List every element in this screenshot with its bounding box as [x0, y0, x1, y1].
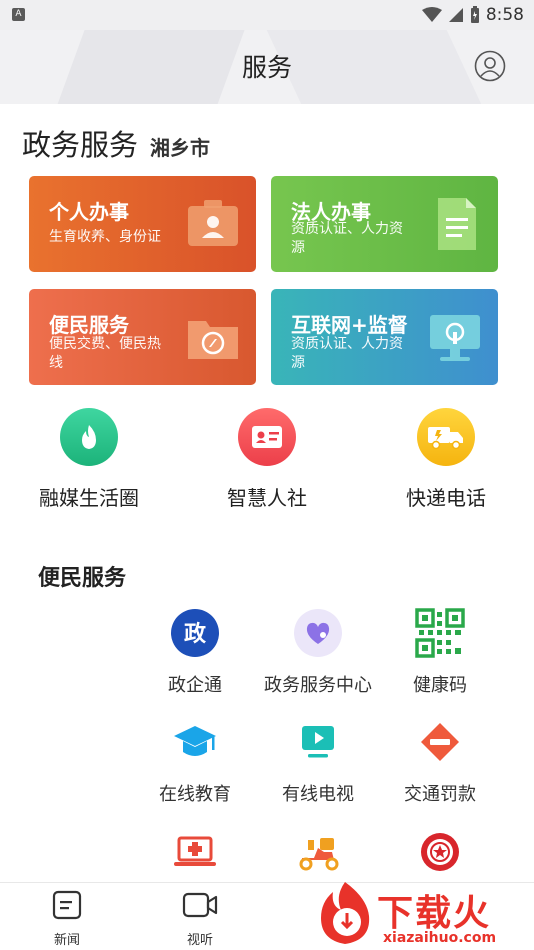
- police-badge-icon: [414, 826, 466, 878]
- notification-icon: A: [12, 8, 25, 21]
- watermark-url: xiazaihuo.com: [383, 930, 497, 946]
- header: 服务: [0, 30, 534, 104]
- round-service-label: 智慧人社: [227, 486, 307, 510]
- tv-play-icon: [292, 716, 344, 768]
- nav-video[interactable]: 视听: [165, 889, 235, 948]
- section-title: 政务服务: [22, 128, 139, 162]
- service-label: 健康码: [413, 675, 467, 696]
- service-gov-center[interactable]: 政务服务中心: [253, 607, 383, 697]
- service-zhengqitong[interactable]: 政 政企通: [130, 607, 260, 697]
- service-health-code[interactable]: 健康码: [375, 607, 505, 697]
- nav-label: 视听: [186, 933, 213, 948]
- watermark: 下载火 xiazaihuo.com: [315, 880, 534, 950]
- card-legal-affairs[interactable]: 法人办事 资质认证、人力资源: [271, 176, 498, 272]
- graduation-cap-icon: [169, 716, 221, 768]
- status-bar: A 8:58: [0, 0, 534, 30]
- service-traffic-fines[interactable]: 交通罚款: [375, 716, 505, 806]
- service-label: 有线电视: [282, 784, 354, 805]
- scooter-icon: [292, 826, 344, 878]
- heart-shield-icon: [292, 607, 344, 659]
- round-service-express-phone[interactable]: 快递电话: [376, 408, 516, 518]
- service-online-education[interactable]: 在线教育: [130, 716, 260, 806]
- card-convenience-services[interactable]: 便民服务 便民交费、便民热线: [29, 289, 256, 385]
- status-icons: 8:58: [421, 3, 524, 27]
- card-subtitle: 便民交费、便民热线: [49, 336, 161, 371]
- watermark-text: 下载火: [377, 893, 492, 934]
- battery-icon: [470, 6, 479, 23]
- medical-laptop-icon: [169, 826, 221, 878]
- flame-logo-icon: [321, 882, 370, 944]
- card-title: 便民服务: [49, 313, 129, 337]
- round-service-label: 快递电话: [406, 486, 486, 510]
- city-selector[interactable]: 湘乡市: [150, 132, 210, 161]
- convenience-section-title: 便民服务: [38, 566, 127, 591]
- service-cable-tv[interactable]: 有线电视: [253, 716, 383, 806]
- round-service-label: 融媒生活圈: [39, 486, 139, 510]
- no-entry-icon: [414, 716, 466, 768]
- card-title: 互联网+监督: [291, 313, 408, 337]
- card-personal-affairs[interactable]: 个人办事 生育收养、身份证: [29, 176, 256, 272]
- round-service-media-life[interactable]: 融媒生活圈: [19, 408, 159, 518]
- service-label: 交通罚款: [404, 784, 476, 805]
- card-subtitle: 资质认证、人力资源: [291, 221, 403, 256]
- compass-folder-icon: [188, 321, 238, 359]
- user-circle-icon[interactable]: [474, 50, 506, 82]
- nav-news[interactable]: 新闻: [32, 889, 102, 948]
- card-title: 个人办事: [49, 200, 129, 224]
- id-card-icon: [238, 408, 296, 466]
- signal-icon: [448, 8, 463, 22]
- service-label: 在线教育: [159, 784, 231, 805]
- zheng-icon: 政: [169, 607, 221, 659]
- service-label: 政务服务中心: [264, 675, 372, 696]
- document-icon: [438, 198, 476, 250]
- card-subtitle: 资质认证、人力资源: [291, 336, 403, 371]
- svg-text:政: 政: [184, 621, 207, 647]
- video-camera-icon: [182, 892, 218, 918]
- monitor-icon: [430, 315, 480, 361]
- truck-icon: [417, 408, 475, 466]
- flame-icon: [60, 408, 118, 466]
- card-internet-supervision[interactable]: 互联网+监督 资质认证、人力资源: [271, 289, 498, 385]
- page-title: 服务: [241, 53, 292, 82]
- gov-section-header: 政务服务 湘乡市: [22, 122, 210, 164]
- news-icon: [52, 890, 82, 920]
- qr-code-icon: [414, 607, 466, 659]
- nav-label: 新闻: [53, 933, 80, 948]
- id-card-icon: [188, 200, 238, 246]
- round-service-smart-hr[interactable]: 智慧人社: [197, 408, 337, 518]
- card-subtitle: 生育收养、身份证: [49, 229, 161, 245]
- wifi-icon: [421, 7, 442, 22]
- clock: 8:58: [485, 5, 524, 25]
- service-label: 政企通: [168, 675, 222, 696]
